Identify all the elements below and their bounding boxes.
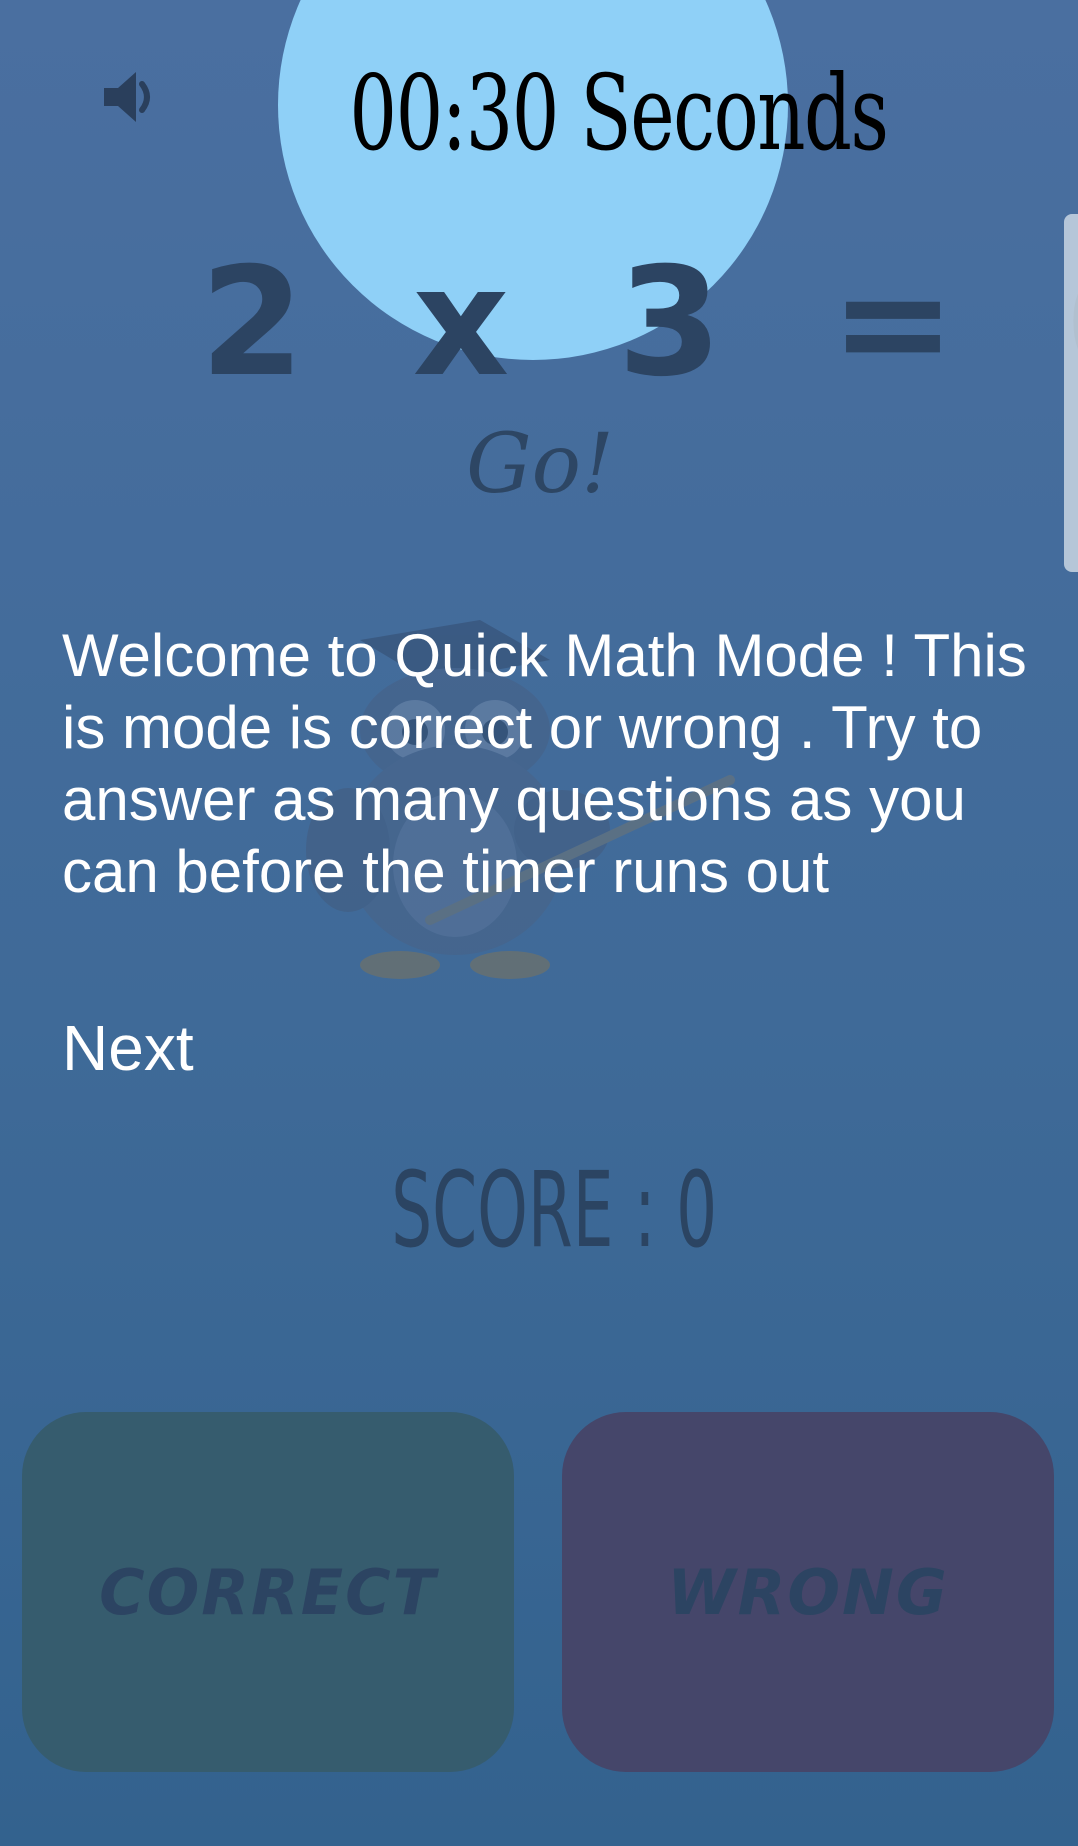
- intro-message: Welcome to Quick Math Mode ! This is mod…: [62, 622, 1027, 905]
- next-button[interactable]: Next: [62, 1008, 194, 1088]
- quick-math-screen: 00:30 Seconds 2 x 3 = 6 Go!: [0, 0, 1078, 1846]
- intro-overlay: Welcome to Quick Math Mode ! This is mod…: [0, 0, 1078, 1846]
